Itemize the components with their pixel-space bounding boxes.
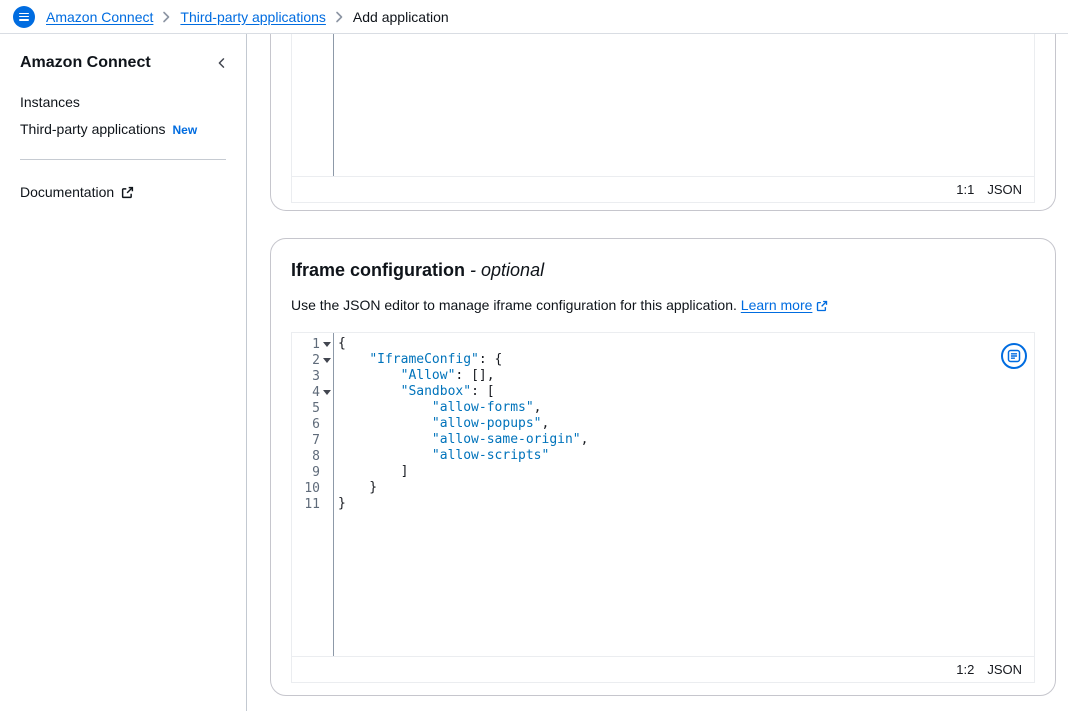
- line-number: 1: [292, 336, 333, 352]
- editor-status-bar: 1:1 JSON: [292, 176, 1034, 202]
- top-navigation-bar: Amazon Connect Third-party applications Ad…: [0, 0, 1068, 34]
- editor-gutter: 1234567891011: [292, 333, 334, 656]
- sidebar-title: Amazon Connect: [20, 54, 151, 72]
- code-fold-toggle-icon[interactable]: [320, 336, 333, 352]
- code-fold-toggle-icon[interactable]: [320, 352, 333, 368]
- code-line[interactable]: }: [338, 496, 1034, 512]
- code-line[interactable]: "allow-scripts": [338, 448, 1034, 464]
- editor-language: JSON: [987, 662, 1022, 677]
- editor-content[interactable]: { "IframeConfig": { "Allow": [], "Sandbo…: [334, 333, 1034, 656]
- editor-content[interactable]: [334, 34, 1034, 176]
- sidebar-item: Third-party applications New: [20, 121, 230, 137]
- breadcrumb: Amazon Connect Third-party applications Ad…: [46, 9, 449, 25]
- code-line[interactable]: "IframeConfig": {: [338, 352, 1034, 368]
- fold-slot: [320, 464, 333, 480]
- breadcrumb-separator-icon: [162, 11, 171, 23]
- editor-settings-icon: [1007, 349, 1021, 363]
- card-description-text: Use the JSON editor to manage iframe con…: [291, 297, 737, 313]
- learn-more-label: Learn more: [741, 297, 813, 314]
- json-code-editor[interactable]: 1234567891011 { "IframeConfig": { "Allow…: [291, 332, 1035, 683]
- sidebar-items: Instances Third-party applications New: [20, 94, 230, 137]
- fold-slot: [320, 496, 333, 512]
- code-line[interactable]: {: [338, 336, 1034, 352]
- sidebar-item-documentation[interactable]: Documentation: [20, 184, 134, 200]
- json-editor-partial[interactable]: 1:1 JSON: [291, 34, 1035, 203]
- editor-settings-button[interactable]: [1001, 343, 1027, 369]
- breadcrumb-link[interactable]: Amazon Connect: [46, 9, 153, 25]
- line-number: 8: [292, 448, 333, 464]
- line-number: 9: [292, 464, 333, 480]
- application-details-card-partial: 1:1 JSON: [270, 34, 1056, 211]
- line-number: 4: [292, 384, 333, 400]
- code-fold-toggle-icon[interactable]: [320, 384, 333, 400]
- fold-slot: [320, 432, 333, 448]
- line-number: 6: [292, 416, 333, 432]
- iframe-configuration-card: Iframe configuration - optional Use the …: [270, 238, 1056, 696]
- card-title-text: Iframe configuration: [291, 260, 465, 280]
- divider: [20, 159, 226, 160]
- sidebar-link[interactable]: Third-party applications: [20, 121, 166, 137]
- learn-more-link[interactable]: Learn more: [741, 297, 829, 314]
- external-link-icon: [121, 186, 134, 199]
- chevron-left-icon: [216, 57, 228, 69]
- line-number: 7: [292, 432, 333, 448]
- hamburger-menu-icon: [19, 13, 29, 21]
- code-line[interactable]: "Allow": [],: [338, 368, 1034, 384]
- external-link-icon: [816, 300, 828, 312]
- editor-language: JSON: [987, 182, 1022, 197]
- code-line[interactable]: ]: [338, 464, 1034, 480]
- cursor-position: 1:1: [956, 182, 974, 197]
- code-line[interactable]: "allow-same-origin",: [338, 432, 1034, 448]
- code-line[interactable]: "allow-popups",: [338, 416, 1034, 432]
- line-number: 10: [292, 480, 333, 496]
- sidebar-item: Instances: [20, 94, 230, 110]
- new-badge: New: [173, 123, 198, 137]
- fold-slot: [320, 448, 333, 464]
- console-services-menu-button[interactable]: [13, 6, 35, 28]
- line-number: 2: [292, 352, 333, 368]
- breadcrumb-separator-icon: [335, 11, 344, 23]
- fold-slot: [320, 368, 333, 384]
- card-description: Use the JSON editor to manage iframe con…: [291, 297, 1035, 314]
- main-content: 1:1 JSON Iframe configuration - optional…: [247, 34, 1068, 711]
- fold-slot: [320, 400, 333, 416]
- fold-slot: [320, 416, 333, 432]
- sidebar-collapse-button[interactable]: [214, 55, 230, 71]
- breadcrumb-current: Add application: [353, 9, 449, 25]
- cursor-position: 1:2: [956, 662, 974, 677]
- code-line[interactable]: "Sandbox": [: [338, 384, 1034, 400]
- sidebar-header: Amazon Connect: [20, 54, 230, 72]
- sidebar-link[interactable]: Instances: [20, 94, 80, 110]
- editor-gutter: [292, 34, 334, 176]
- documentation-label: Documentation: [20, 184, 114, 200]
- line-number: 5: [292, 400, 333, 416]
- breadcrumb-link[interactable]: Third-party applications: [180, 9, 326, 25]
- line-number: 11: [292, 496, 333, 512]
- code-line[interactable]: "allow-forms",: [338, 400, 1034, 416]
- line-number: 3: [292, 368, 333, 384]
- side-navigation: Amazon Connect Instances Third-party appl…: [0, 34, 247, 711]
- optional-label: - optional: [470, 260, 544, 280]
- code-line[interactable]: }: [338, 480, 1034, 496]
- editor-status-bar: 1:2 JSON: [292, 656, 1034, 682]
- fold-slot: [320, 480, 333, 496]
- card-title: Iframe configuration - optional: [291, 259, 1035, 281]
